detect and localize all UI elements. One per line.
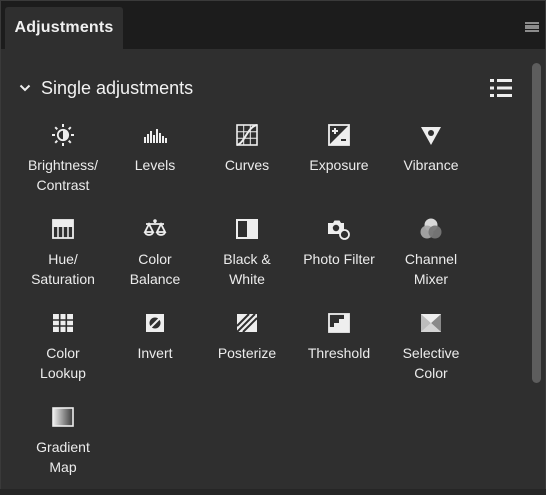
channel-mixer-button[interactable]: Channel Mixer [385, 213, 477, 307]
color-balance-button[interactable]: Color Balance [109, 213, 201, 307]
exposure-label: Exposure [309, 157, 369, 173]
panel-content: Single adjustments Brightness/ Contrast … [1, 49, 545, 489]
curves-button[interactable]: Curves [201, 119, 293, 213]
exposure-button[interactable]: Exposure [293, 119, 385, 213]
hue-saturation-icon [51, 217, 75, 241]
color-lookup-icon [51, 311, 75, 335]
gradient-map-button[interactable]: Gradient Map [17, 401, 109, 495]
vibrance-icon [419, 123, 443, 147]
exposure-icon [327, 123, 351, 147]
curves-label: Curves [224, 157, 270, 173]
threshold-icon [327, 311, 351, 335]
brightness-contrast-button[interactable]: Brightness/ Contrast [17, 119, 109, 213]
threshold-button[interactable]: Threshold [293, 307, 385, 401]
hue-saturation-button[interactable]: Hue/ Saturation [17, 213, 109, 307]
photo-filter-icon [327, 217, 351, 241]
vibrance-label: Vibrance [403, 157, 459, 173]
posterize-icon [235, 311, 259, 335]
gradient-map-label: Gradient Map [36, 439, 90, 475]
posterize-button[interactable]: Posterize [201, 307, 293, 401]
color-lookup-label: Color Lookup [40, 345, 86, 381]
tab-adjustments[interactable]: Adjustments [5, 7, 123, 49]
levels-button[interactable]: Levels [109, 119, 201, 213]
threshold-label: Threshold [307, 345, 371, 361]
color-lookup-button[interactable]: Color Lookup [17, 307, 109, 401]
adjustments-panel: Adjustments Single adjustments Brightnes… [0, 0, 546, 489]
section-title: Single adjustments [41, 77, 194, 98]
black-white-icon [235, 217, 259, 241]
chevron-down-icon [19, 84, 31, 92]
adjustments-grid: Brightness/ Contrast Levels Curves Expos… [17, 119, 477, 495]
levels-icon [143, 123, 167, 147]
color-balance-label: Color Balance [129, 251, 181, 287]
list-view-icon[interactable] [490, 78, 512, 98]
selective-color-label: Selective Color [402, 345, 460, 381]
photo-filter-button[interactable]: Photo Filter [293, 213, 385, 307]
curves-icon [235, 123, 259, 147]
black-white-label: Black & White [223, 251, 271, 287]
channel-mixer-icon [419, 217, 443, 241]
invert-label: Invert [137, 345, 173, 361]
hue-saturation-label: Hue/ Saturation [31, 251, 95, 287]
selective-color-button[interactable]: Selective Color [385, 307, 477, 401]
panel-tab-bar: Adjustments [1, 1, 545, 49]
selective-color-icon [419, 311, 443, 335]
section-header[interactable]: Single adjustments [19, 77, 193, 99]
black-white-button[interactable]: Black & White [201, 213, 293, 307]
gradient-map-icon [51, 405, 75, 429]
posterize-label: Posterize [217, 345, 277, 361]
levels-label: Levels [134, 157, 176, 173]
photo-filter-label: Photo Filter [303, 251, 375, 267]
color-balance-icon [143, 217, 167, 241]
brightness-contrast-label: Brightness/ Contrast [27, 157, 99, 193]
brightness-contrast-icon [51, 123, 75, 147]
tab-label: Adjustments [14, 19, 114, 36]
channel-mixer-label: Channel Mixer [404, 251, 458, 287]
scrollbar[interactable] [532, 63, 541, 383]
vibrance-button[interactable]: Vibrance [385, 119, 477, 213]
invert-button[interactable]: Invert [109, 307, 201, 401]
panel-menu-icon[interactable] [525, 22, 539, 32]
invert-icon [143, 311, 167, 335]
